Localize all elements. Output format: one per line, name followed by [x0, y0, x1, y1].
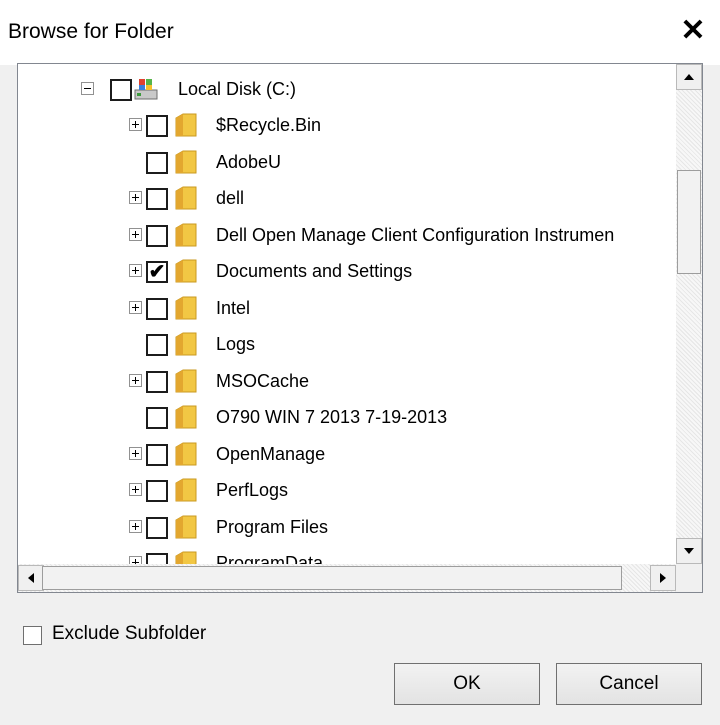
tree-item-row[interactable]: O790 WIN 7 2013 7-19-2013 — [18, 399, 676, 435]
exclude-subfolder-checkbox[interactable] — [23, 626, 42, 645]
folder-checkbox[interactable] — [146, 443, 168, 466]
horizontal-scrollbar[interactable] — [18, 564, 676, 592]
ok-button[interactable]: OK — [394, 663, 540, 705]
folder-checkbox[interactable] — [146, 516, 168, 539]
expand-icon[interactable] — [129, 227, 142, 241]
tree-item-label: dell — [216, 188, 245, 208]
expand-icon[interactable] — [129, 118, 142, 131]
arrow-up-icon — [684, 74, 694, 80]
tree-item-row[interactable]: $Recycle.Bin — [18, 107, 676, 143]
arrow-down-icon — [684, 548, 694, 554]
tree-item-row[interactable]: ✔ Documents and Settings — [18, 253, 676, 289]
folder-checkbox[interactable] — [146, 480, 168, 502]
tree-viewport: Local Disk (C:) $Recycle.Bin AdobeU dell De… — [18, 64, 676, 564]
folder-icon — [174, 368, 198, 394]
expand-icon[interactable] — [129, 446, 142, 460]
folder-icon — [174, 149, 198, 175]
folder-icon — [174, 404, 198, 430]
tree-item-label: O790 WIN 7 2013 7-19-2013 — [216, 407, 448, 427]
folder-icon — [174, 258, 198, 284]
tree-item-label: Intel — [216, 297, 251, 318]
folder-icon — [174, 514, 198, 540]
tree-item-label: OpenManage — [216, 443, 326, 464]
tree-item-label: Dell Open Manage Client Configuration In… — [216, 224, 615, 245]
expand-icon[interactable] — [129, 264, 142, 277]
scroll-corner — [676, 564, 702, 592]
folder-tree[interactable]: Local Disk (C:) $Recycle.Bin AdobeU dell De… — [17, 63, 703, 593]
tree-item-label: MSOCache — [216, 370, 310, 391]
tree-item-row[interactable]: Logs — [18, 326, 676, 362]
expand-icon[interactable] — [129, 300, 142, 314]
exclude-subfolder-label: Exclude Subfolder — [52, 623, 207, 644]
tree-root-label: Local Disk (C:) — [178, 79, 297, 99]
cancel-button[interactable]: Cancel — [556, 663, 702, 705]
folder-checkbox[interactable] — [146, 407, 168, 429]
folder-checkbox[interactable] — [146, 188, 168, 210]
folder-checkbox[interactable]: ✔ — [146, 261, 168, 283]
folder-icon — [174, 550, 198, 564]
folder-icon — [174, 477, 198, 503]
tree-root-row[interactable]: Local Disk (C:) — [18, 71, 676, 107]
folder-checkbox[interactable] — [146, 297, 168, 320]
folder-checkbox[interactable] — [146, 224, 168, 247]
folder-checkbox[interactable] — [146, 334, 168, 356]
expand-icon[interactable] — [129, 373, 142, 387]
vertical-scrollbar[interactable] — [676, 64, 702, 564]
vertical-scroll-thumb[interactable] — [677, 170, 701, 274]
tree-item-row[interactable]: dell — [18, 180, 676, 216]
window-title: Browse for Folder — [8, 20, 174, 43]
tree-item-label: Documents and Settings — [216, 261, 413, 281]
folder-checkbox[interactable] — [146, 151, 168, 174]
horizontal-scroll-thumb[interactable] — [42, 566, 622, 590]
scroll-up-button[interactable] — [676, 64, 702, 90]
expand-icon[interactable] — [129, 556, 142, 564]
expand-icon[interactable] — [129, 519, 142, 533]
arrow-right-icon — [660, 573, 666, 583]
folder-icon — [174, 222, 198, 248]
folder-icon — [174, 185, 198, 211]
close-icon: ✕ — [680, 14, 706, 47]
root-checkbox[interactable] — [110, 79, 132, 101]
tree-item-label: Logs — [216, 334, 256, 354]
tree-item-row[interactable]: Dell Open Manage Client Configuration In… — [18, 217, 676, 253]
folder-checkbox[interactable] — [146, 553, 168, 564]
tree-item-label: AdobeU — [216, 151, 282, 172]
folder-icon — [174, 441, 198, 467]
folder-icon — [174, 331, 198, 357]
tree-item-row[interactable]: Program Files — [18, 509, 676, 545]
folder-checkbox[interactable] — [146, 370, 168, 393]
tree-item-label: PerfLogs — [216, 480, 289, 500]
title-bar: Browse for Folder ✕ — [0, 0, 720, 65]
folder-checkbox[interactable] — [146, 115, 168, 137]
drive-icon — [134, 76, 158, 102]
scroll-right-button[interactable] — [650, 565, 676, 591]
tree-item-row[interactable]: OpenManage — [18, 436, 676, 472]
arrow-left-icon — [28, 573, 34, 583]
tree-item-label: $Recycle.Bin — [216, 115, 322, 135]
tree-item-label: Program Files — [216, 516, 329, 537]
expand-icon[interactable] — [129, 191, 142, 204]
tree-item-row[interactable]: ProgramData — [18, 545, 676, 564]
tree-item-row[interactable]: AdobeU — [18, 144, 676, 180]
tree-item-row[interactable]: PerfLogs — [18, 472, 676, 508]
collapse-icon[interactable] — [81, 82, 94, 95]
tree-item-row[interactable]: MSOCache — [18, 363, 676, 399]
folder-icon — [174, 295, 198, 321]
tree-item-label: ProgramData — [216, 553, 324, 564]
close-button[interactable]: ✕ — [673, 13, 713, 49]
expand-icon[interactable] — [129, 483, 142, 496]
scroll-down-button[interactable] — [676, 538, 702, 564]
scroll-left-button[interactable] — [18, 565, 44, 591]
folder-icon — [174, 112, 198, 138]
tree-item-row[interactable]: Intel — [18, 290, 676, 326]
